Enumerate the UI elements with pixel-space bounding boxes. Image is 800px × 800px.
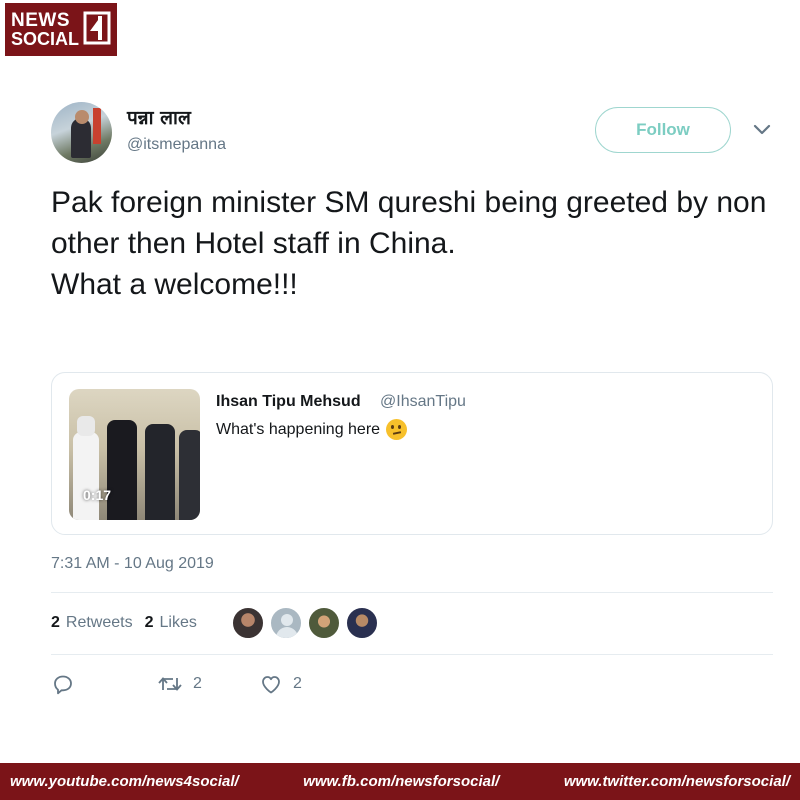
quoted-text-row: What's happening here [216,419,408,440]
liker-avatar[interactable] [270,607,302,639]
retweets-stat[interactable]: 2 Retweets [51,614,133,632]
logo-line-news: NEWS [11,10,70,31]
tweet-timestamp[interactable]: 7:31 AM - 10 Aug 2019 [51,555,214,573]
display-name[interactable]: पन्ना लाल [127,104,191,130]
retweets-count: 2 [51,614,60,631]
liker-avatar[interactable] [308,607,340,639]
tweet-stats: 2 Retweets 2 Likes [51,614,197,632]
video-duration: 0:17 [83,487,112,503]
chevron-down-icon[interactable] [752,123,772,137]
like-count: 2 [293,675,302,692]
divider [51,654,773,655]
likes-stat[interactable]: 2 Likes [145,614,197,632]
retweet-count: 2 [193,675,202,692]
tweet-text: Pak foreign minister SM qureshi being gr… [51,186,767,301]
news4social-logo: NEWS SOCIAL [5,3,117,56]
quoted-author-handle: @IhsanTipu [380,393,466,410]
divider [51,592,773,593]
video-thumbnail[interactable]: 0:17 [69,389,200,520]
retweet-button[interactable]: 2 [157,672,259,696]
follow-button[interactable]: Follow [595,107,731,153]
retweets-label: Retweets [65,614,133,631]
likes-label: Likes [159,614,197,631]
reply-button[interactable] [51,672,157,696]
thinking-face-icon [386,419,408,440]
quoted-text: What's happening here [216,420,381,438]
logo-line-social: SOCIAL [11,29,80,49]
like-button[interactable]: 2 [259,672,302,696]
likers-avatars [232,607,378,639]
logo-four-icon [83,11,111,45]
likes-count: 2 [144,614,154,631]
footer-youtube-link[interactable]: www.youtube.com/news4social/ [10,773,239,790]
liker-avatar[interactable] [232,607,264,639]
liker-avatar[interactable] [346,607,378,639]
footer-bar: www.youtube.com/news4social/ www.fb.com/… [0,763,800,800]
quoted-author-name: Ihsan Tipu Mehsud [216,393,361,410]
user-handle[interactable]: @itsmepanna [127,136,226,154]
footer-twitter-link[interactable]: www.twitter.com/newsforsocial/ [564,773,790,790]
footer-facebook-link[interactable]: www.fb.com/newsforsocial/ [303,773,499,790]
heart-icon [262,676,280,694]
reply-icon [54,675,72,695]
user-avatar[interactable] [51,102,112,163]
tweet-actions: 2 2 [51,672,302,696]
quoted-tweet[interactable]: 0:17 Ihsan Tipu Mehsud @IhsanTipu What's… [51,372,773,535]
retweet-icon [158,677,182,691]
